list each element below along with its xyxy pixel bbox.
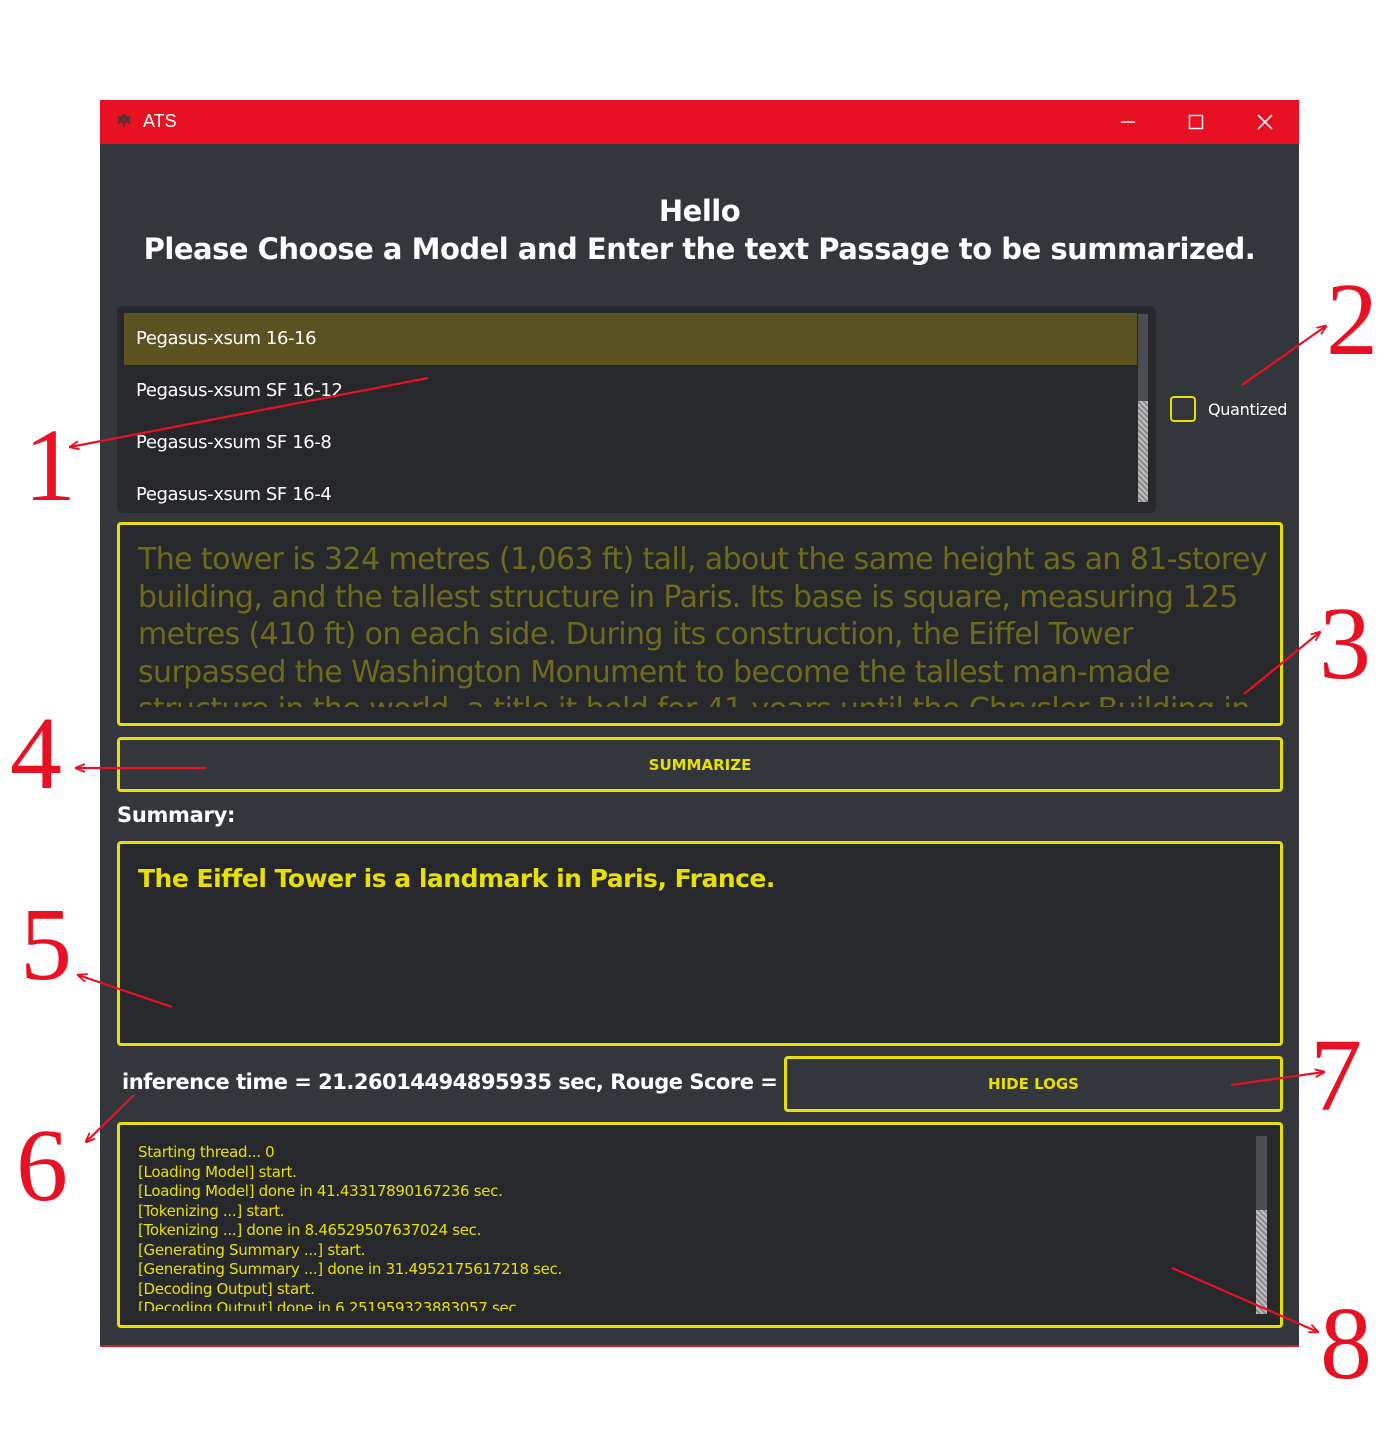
- model-list-scroll-thumb[interactable]: [1138, 401, 1148, 502]
- passage-text[interactable]: The tower is 324 metres (1,063 ft) tall,…: [138, 541, 1268, 707]
- log-lines: Starting thread... 0 [Loading Model] sta…: [138, 1143, 1248, 1311]
- inference-info: inference time = 21.26014494895935 sec, …: [122, 1070, 813, 1094]
- model-list[interactable]: Pegasus-xsum 16-16 Pegasus-xsum SF 16-12…: [117, 306, 1156, 513]
- maximize-button[interactable]: [1176, 106, 1216, 138]
- log-line: [Tokenizing ...] start.: [138, 1201, 285, 1220]
- summary-label: Summary:: [117, 803, 236, 827]
- quantized-label: Quantized: [1208, 399, 1288, 419]
- minimize-button[interactable]: [1108, 106, 1148, 138]
- close-icon: [1257, 114, 1273, 130]
- passage-input[interactable]: The tower is 324 metres (1,063 ft) tall,…: [117, 522, 1283, 726]
- window-title: ATS: [143, 111, 177, 131]
- annotation-number: 6: [16, 1108, 68, 1223]
- app-window: ATS Hello Please Choose a Model and Ente…: [100, 100, 1299, 1347]
- annotation-number: 5: [20, 887, 72, 1002]
- log-line: Starting thread... 0: [138, 1143, 275, 1161]
- page-heading: Hello Please Choose a Model and Enter th…: [100, 192, 1299, 268]
- log-scroll-thumb[interactable]: [1256, 1210, 1267, 1314]
- greeting-text: Hello: [658, 194, 741, 228]
- quantized-checkbox[interactable]: [1170, 396, 1196, 422]
- summary-text: The Eiffel Tower is a landmark in Paris,…: [138, 864, 775, 893]
- summary-output[interactable]: The Eiffel Tower is a landmark in Paris,…: [117, 841, 1283, 1046]
- log-line: [Generating Summary ...] start.: [138, 1240, 366, 1259]
- close-button[interactable]: [1245, 106, 1285, 138]
- annotation-number: 2: [1326, 262, 1378, 377]
- title-bar[interactable]: ATS: [100, 100, 1299, 144]
- log-line: [Loading Model] start.: [138, 1162, 297, 1181]
- log-panel[interactable]: Starting thread... 0 [Loading Model] sta…: [117, 1122, 1283, 1328]
- log-line: [Decoding Output] start.: [138, 1279, 315, 1298]
- maximize-icon: [1188, 114, 1204, 130]
- log-line: [Tokenizing ...] done in 8.4652950763702…: [138, 1221, 482, 1239]
- hide-logs-button[interactable]: HIDE LOGS: [784, 1056, 1283, 1112]
- annotation-number: 1: [24, 408, 76, 523]
- model-list-item[interactable]: Pegasus-xsum 16-16: [124, 313, 1137, 365]
- model-list-item[interactable]: Pegasus-xsum SF 16-8: [124, 417, 1137, 469]
- summarize-button[interactable]: SUMMARIZE: [117, 737, 1283, 792]
- log-line: [Loading Model] done in 41.4331789016723…: [138, 1182, 503, 1200]
- annotation-number: 7: [1310, 1018, 1362, 1133]
- annotation-number: 8: [1320, 1286, 1372, 1401]
- app-icon: [117, 114, 131, 128]
- annotation-number: 4: [10, 696, 62, 811]
- log-line: [Decoding Output] done in 6.251959323883…: [138, 1299, 521, 1311]
- quantized-toggle[interactable]: Quantized: [1170, 396, 1287, 422]
- annotation-number: 3: [1319, 586, 1371, 701]
- instruction-text: Please Choose a Model and Enter the text…: [143, 232, 1256, 266]
- model-list-item[interactable]: Pegasus-xsum SF 16-12: [124, 365, 1137, 417]
- model-list-item[interactable]: Pegasus-xsum SF 16-4: [124, 469, 1137, 513]
- log-line: [Generating Summary ...] done in 31.4952…: [138, 1260, 563, 1278]
- minimize-icon: [1121, 121, 1135, 123]
